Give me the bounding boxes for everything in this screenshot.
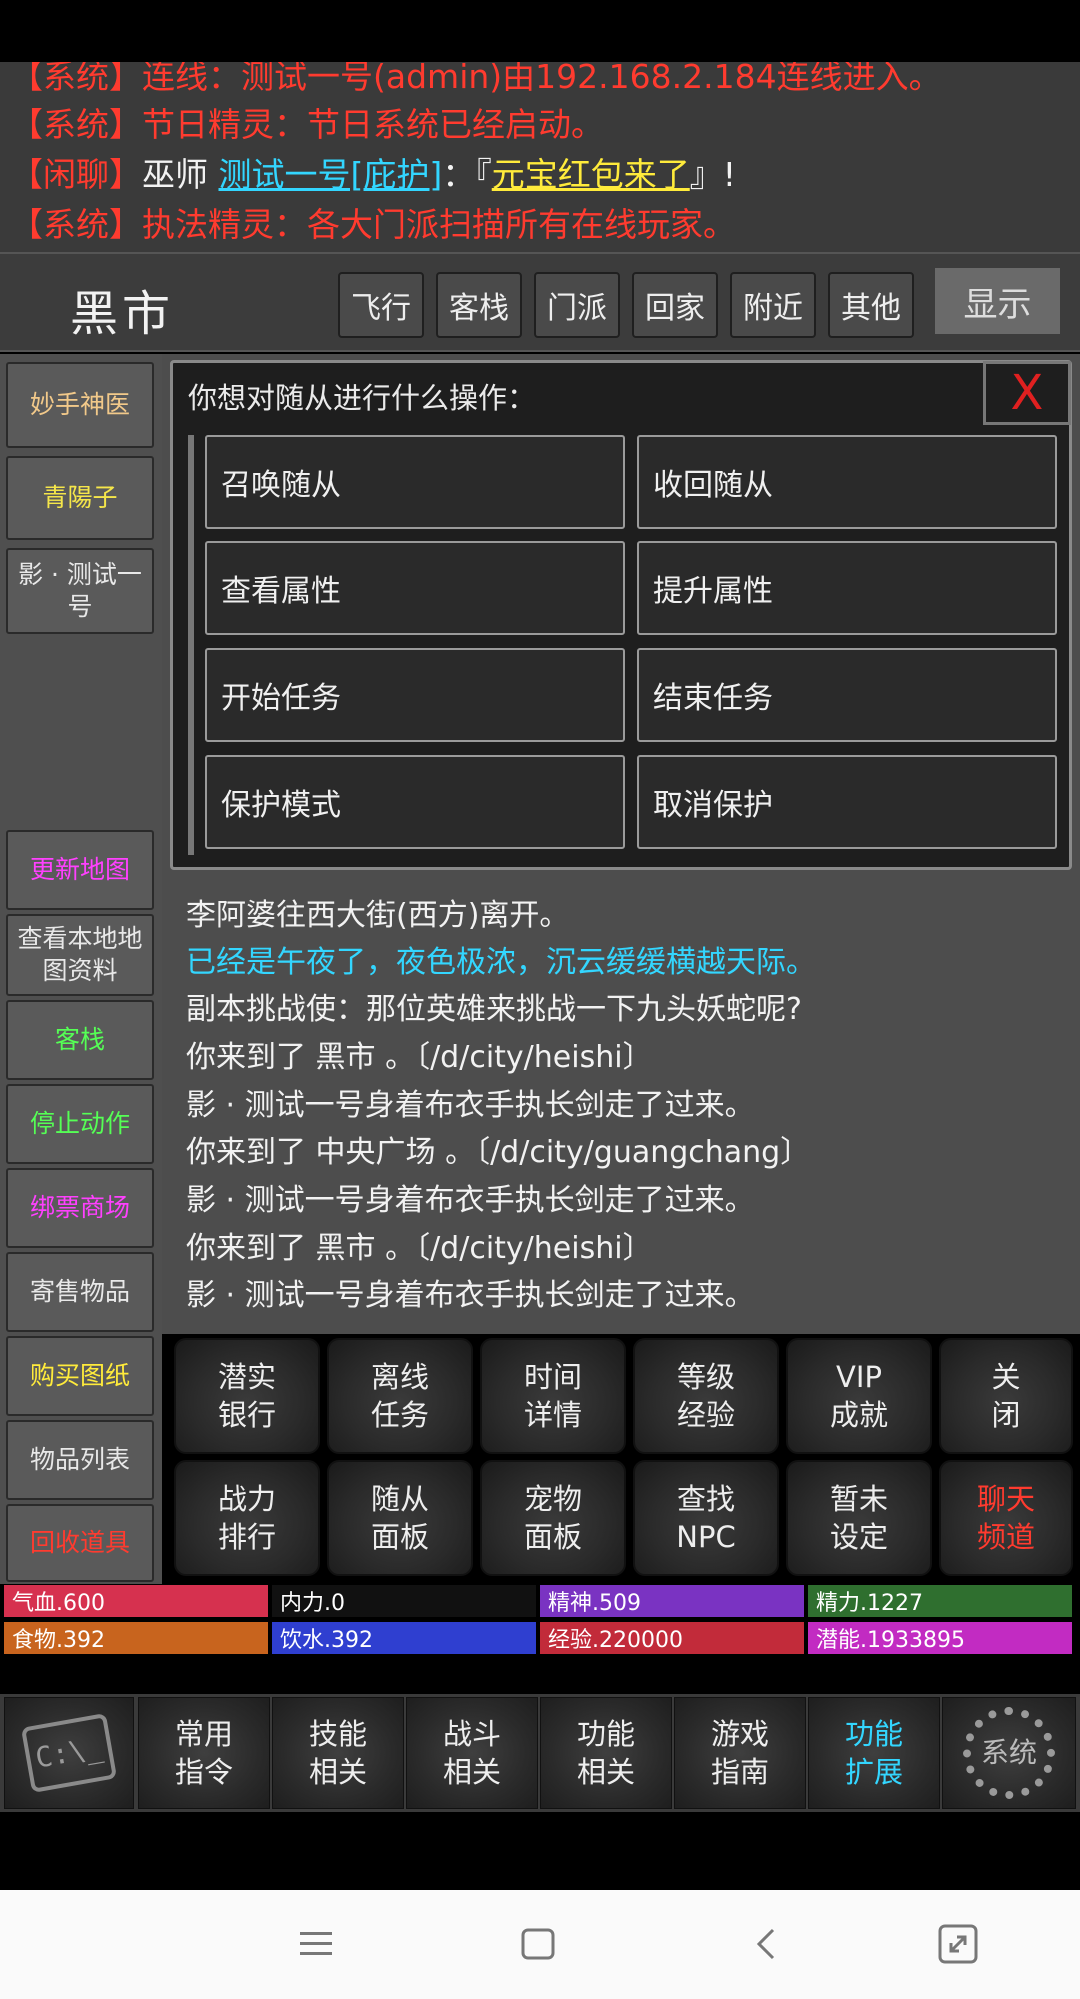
left-item-local-map-info[interactable]: 查看本地地图资料: [6, 914, 154, 996]
log-line: 【闲聊】巫师 测试一号[庇护]：『元宝红包来了』!: [10, 155, 736, 194]
home-icon[interactable]: [508, 1914, 568, 1974]
back-icon[interactable]: [736, 1914, 796, 1974]
log-line: 【系统】连线：测试一号(admin)由192.168.2.184连线进入。: [10, 62, 942, 96]
follower-panel-button[interactable]: 随从 面板: [327, 1460, 473, 1576]
left-item-item-list[interactable]: 物品列表: [6, 1420, 154, 1500]
red-packet-link[interactable]: 元宝红包来了: [492, 155, 690, 194]
message-line: 你来到了 中央广场 。〔/d/city/guangchang〕: [186, 1135, 811, 1170]
nav-other-button[interactable]: 其他: [828, 272, 914, 338]
vip-achievement-button[interactable]: VIP 成就: [786, 1338, 932, 1454]
skills-button[interactable]: 技能 相关: [272, 1697, 404, 1809]
location-title: 黑市: [70, 286, 175, 342]
message-line: 影 · 测试一号身着布衣手执长剑走了过来。: [186, 1088, 755, 1123]
left-item-stop-action[interactable]: 停止动作: [6, 1084, 154, 1164]
menu-icon[interactable]: [286, 1914, 346, 1974]
expand-icon[interactable]: [928, 1914, 988, 1974]
nav-inn-button[interactable]: 客栈: [436, 272, 522, 338]
follower-dialog: 你想对随从进行什么操作： X 召唤随从 收回随从 查看属性 提升属性 开始任务 …: [170, 360, 1072, 870]
console-button[interactable]: C:\_: [4, 1697, 134, 1809]
game-guide-button[interactable]: 游戏 指南: [674, 1697, 806, 1809]
nav-sect-button[interactable]: 门派: [534, 272, 620, 338]
power-rank-button[interactable]: 战力 排行: [174, 1460, 320, 1576]
left-item-inn[interactable]: 客栈: [6, 1000, 154, 1080]
message-line: 影 · 测试一号身着布衣手执长剑走了过来。: [186, 1278, 755, 1313]
function-extend-button[interactable]: 功能 扩展: [808, 1697, 940, 1809]
upgrade-attributes-button[interactable]: 提升属性: [637, 541, 1057, 635]
location-bar: 黑市 飞行 客栈 门派 回家 附近 其他 显示: [0, 252, 1080, 352]
chat-channel-button[interactable]: 聊天 频道: [939, 1460, 1073, 1576]
stat-neili: 内力.0: [272, 1585, 536, 1617]
stat-energy: 精力.1227: [808, 1585, 1072, 1617]
combat-button[interactable]: 战斗 相关: [406, 1697, 538, 1809]
left-item-qingyangzi[interactable]: 青陽子: [6, 456, 154, 540]
close-icon[interactable]: X: [983, 361, 1071, 425]
console-icon: C:\_: [20, 1713, 118, 1793]
end-task-button[interactable]: 结束任务: [637, 648, 1057, 742]
android-nav-bar: [0, 1890, 1080, 1999]
system-button[interactable]: 系统: [942, 1697, 1076, 1809]
stat-hp: 气血.600: [4, 1585, 268, 1617]
pet-panel-button[interactable]: 宠物 面板: [480, 1460, 626, 1576]
left-item-update-map[interactable]: 更新地图: [6, 830, 154, 910]
message-line: 你来到了 黑市 。〔/d/city/heishi〕: [186, 1231, 653, 1266]
left-item-doctor[interactable]: 妙手神医: [6, 362, 154, 448]
nav-nearby-button[interactable]: 附近: [730, 272, 816, 338]
stat-exp: 经验.220000: [540, 1622, 804, 1654]
stat-potential: 潜能.1933895: [808, 1622, 1072, 1654]
summon-follower-button[interactable]: 召唤随从: [205, 435, 625, 529]
protect-mode-button[interactable]: 保护模式: [205, 755, 625, 849]
find-npc-button[interactable]: 查找 NPC: [633, 1460, 779, 1576]
message-line: 李阿婆往西大街(西方)离开。: [186, 898, 570, 933]
left-item-recycle[interactable]: 回收道具: [6, 1504, 154, 1582]
message-line: 副本挑战使：那位英雄来挑战一下九头妖蛇呢?: [186, 992, 802, 1027]
log-line: 【系统】执法精灵：各大门派扫描所有在线玩家。: [10, 205, 736, 244]
stat-food: 食物.392: [4, 1622, 268, 1654]
close-panel-button[interactable]: 关闭: [939, 1338, 1073, 1454]
system-log: 【系统】连线：测试一号(admin)由192.168.2.184连线进入。 【系…: [0, 62, 1080, 252]
message-line: 已经是午夜了，夜色极浓，沉云缓缓横越天际。: [186, 945, 816, 980]
gear-icon: 系统: [963, 1707, 1055, 1799]
recall-follower-button[interactable]: 收回随从: [637, 435, 1057, 529]
dialog-title: 你想对随从进行什么操作：: [188, 381, 537, 415]
left-item-buy-blueprint[interactable]: 购买图纸: [6, 1336, 154, 1416]
unset-button[interactable]: 暂未 设定: [786, 1460, 932, 1576]
message-line: 影 · 测试一号身着布衣手执长剑走了过来。: [186, 1183, 755, 1218]
start-task-button[interactable]: 开始任务: [205, 648, 625, 742]
functions-button[interactable]: 功能 相关: [540, 1697, 672, 1809]
cancel-protect-button[interactable]: 取消保护: [637, 755, 1057, 849]
offline-task-button[interactable]: 离线 任务: [327, 1338, 473, 1454]
nav-fly-button[interactable]: 飞行: [338, 272, 424, 338]
dialog-scrollbar[interactable]: [188, 435, 194, 855]
time-detail-button[interactable]: 时间 详情: [480, 1338, 626, 1454]
log-line: 【系统】节日精灵：节日系统已经启动。: [10, 105, 604, 144]
message-line: 你来到了 黑市 。〔/d/city/heishi〕: [186, 1040, 653, 1075]
view-attributes-button[interactable]: 查看属性: [205, 541, 625, 635]
stat-spirit: 精神.509: [540, 1585, 804, 1617]
common-commands-button[interactable]: 常用 指令: [138, 1697, 270, 1809]
level-exp-button[interactable]: 等级 经验: [633, 1338, 779, 1454]
left-item-consign[interactable]: 寄售物品: [6, 1252, 154, 1332]
left-item-bound-shop[interactable]: 绑票商场: [6, 1168, 154, 1248]
show-button[interactable]: 显示: [935, 268, 1060, 334]
left-item-follower[interactable]: 影 · 测试一号: [6, 548, 154, 634]
stat-water: 饮水.392: [272, 1622, 536, 1654]
nav-home-button[interactable]: 回家: [632, 272, 718, 338]
player-link[interactable]: 测试一号[庇护]: [219, 155, 443, 194]
bank-button[interactable]: 潜实 银行: [174, 1338, 320, 1454]
